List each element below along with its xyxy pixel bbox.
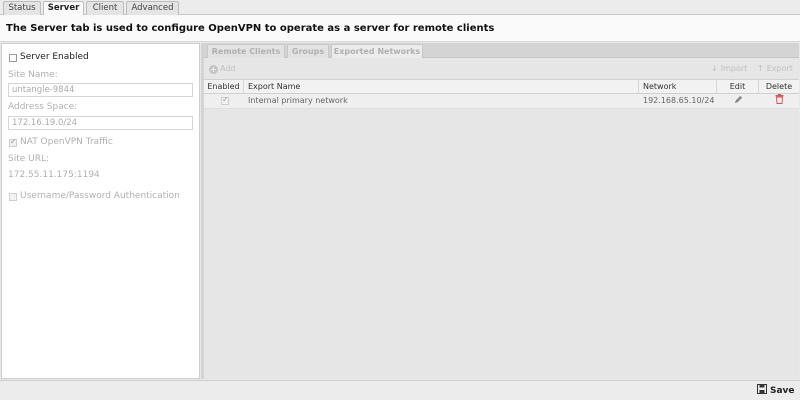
import-icon: ↓: [711, 64, 718, 73]
row-enabled-checkbox[interactable]: [221, 95, 229, 105]
col-delete[interactable]: Delete: [759, 80, 799, 94]
col-enabled[interactable]: Enabled: [204, 80, 244, 94]
sub-tab-bar: Remote Clients Groups Exported Networks: [204, 43, 799, 58]
address-space-field[interactable]: 172.16.19.0/24: [8, 116, 193, 130]
import-label: Import: [720, 64, 748, 73]
tab-advanced[interactable]: Advanced: [126, 1, 179, 15]
save-button[interactable]: Save: [757, 384, 795, 398]
export-button[interactable]: ↑ Export: [757, 64, 793, 74]
col-edit[interactable]: Edit: [717, 80, 759, 94]
table-row[interactable]: Internal primary network 192.168.65.10/2…: [204, 94, 799, 109]
add-label: Add: [220, 64, 236, 73]
grid-header: Enabled Export Name Network Edit Delete: [204, 79, 799, 94]
tab-client[interactable]: Client: [86, 1, 124, 15]
main-tab-bar: Status Server Client Advanced: [0, 0, 800, 16]
site-url-label: Site URL:: [8, 154, 50, 164]
col-network[interactable]: Network: [639, 80, 717, 94]
row-network: 192.168.65.10/24: [643, 96, 715, 105]
address-space-label: Address Space:: [8, 102, 78, 112]
export-label: Export: [766, 64, 793, 73]
save-icon: [757, 384, 767, 394]
site-url-value: 172.55.11.175:1194: [8, 170, 100, 180]
export-icon: ↑: [757, 64, 764, 73]
tab-server[interactable]: Server: [43, 1, 84, 16]
delete-icon[interactable]: [759, 94, 799, 108]
userpass-auth-checkbox[interactable]: [9, 193, 17, 201]
add-button[interactable]: + Add: [209, 64, 236, 74]
footer-bar: Save: [0, 380, 800, 400]
page-description: The Server tab is used to configure Open…: [0, 15, 800, 42]
site-name-label: Site Name:: [8, 70, 58, 80]
row-export-name: Internal primary network: [248, 96, 348, 105]
server-enabled-checkbox[interactable]: [9, 54, 17, 62]
tab-status[interactable]: Status: [3, 1, 41, 15]
subtab-groups[interactable]: Groups: [287, 44, 329, 58]
nat-traffic-checkbox[interactable]: [9, 137, 17, 147]
server-settings-panel: Server Enabled Site Name: untangle-9844 …: [1, 43, 200, 379]
server-enabled-label: Server Enabled: [20, 52, 89, 62]
edit-icon[interactable]: [717, 94, 759, 108]
subtab-exported-networks[interactable]: Exported Networks: [331, 44, 423, 58]
export-panel: Remote Clients Groups Exported Networks …: [204, 43, 799, 379]
userpass-auth-label: Username/Password Authentication: [20, 191, 180, 201]
save-label: Save: [770, 386, 795, 396]
import-button[interactable]: ↓ Import: [711, 64, 747, 74]
col-export-name[interactable]: Export Name: [244, 80, 639, 94]
add-icon: +: [209, 65, 218, 74]
site-name-field[interactable]: untangle-9844: [8, 83, 193, 97]
nat-traffic-label: NAT OpenVPN Traffic: [20, 137, 113, 147]
subtab-remote-clients[interactable]: Remote Clients: [207, 44, 285, 58]
